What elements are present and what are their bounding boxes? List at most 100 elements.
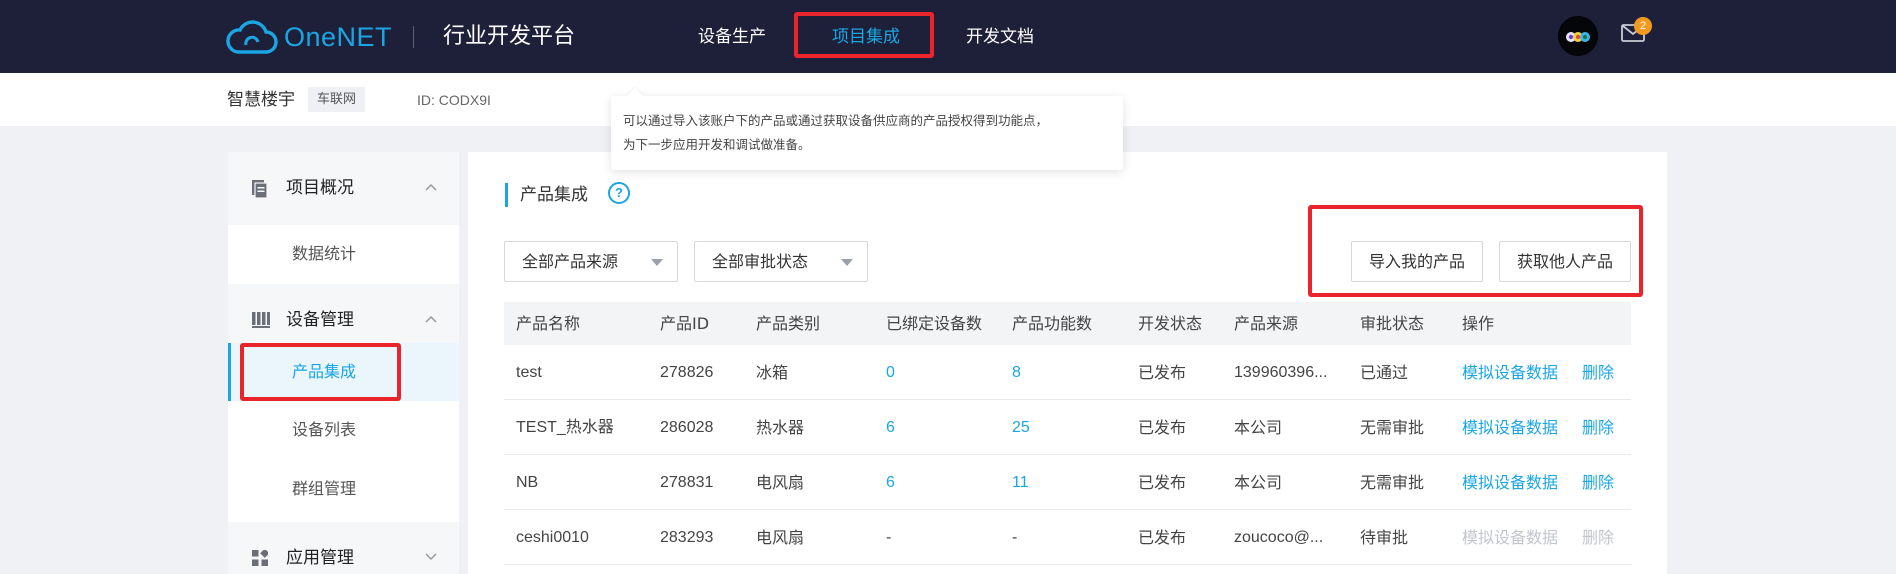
sidebar-item-device-list[interactable]: 设备列表 — [228, 401, 459, 459]
annotation-highlight-sidebar — [240, 343, 401, 401]
cell-dev-status: 已发布 — [1138, 363, 1187, 382]
chevron-down-icon — [425, 553, 437, 561]
column-header: 审批状态 — [1360, 314, 1425, 333]
cell-approval: 无需审批 — [1360, 418, 1425, 437]
column-header: 产品ID — [660, 314, 710, 333]
cell-source: zoucoco@... — [1234, 529, 1324, 546]
select-value: 全部产品来源 — [522, 252, 619, 271]
cell-category: 电风扇 — [756, 473, 805, 492]
nav-dev-docs[interactable]: 开发文档 — [966, 24, 1034, 50]
cell-bound-devices: - — [886, 529, 892, 546]
chevron-up-icon — [425, 315, 437, 323]
select-value: 全部审批状态 — [712, 252, 809, 271]
onenet-logo[interactable]: OneNET — [226, 18, 392, 56]
sidebar-item-label: 群组管理 — [292, 479, 357, 498]
sidebar-group-label: 设备管理 — [286, 310, 354, 330]
project-id: ID: CODX9I — [417, 92, 491, 108]
top-navbar: OneNET 行业开发平台 设备生产 项目集成 开发文档 2 — [0, 0, 1896, 73]
device-icon — [252, 312, 270, 328]
cell-product-name: NB — [516, 474, 539, 491]
column-header: 产品名称 — [516, 314, 581, 333]
simulate-data-link[interactable]: 模拟设备数据 — [1462, 362, 1558, 384]
simulate-data-link[interactable]: 模拟设备数据 — [1462, 417, 1558, 439]
cell-dev-status: 已发布 — [1138, 418, 1187, 437]
approval-status-select[interactable]: 全部审批状态 — [694, 241, 868, 282]
cell-product-name: test — [516, 364, 542, 381]
cell-bound-devices-link[interactable]: 0 — [886, 362, 895, 384]
cell-functions-link[interactable]: 25 — [1012, 417, 1030, 439]
platform-title: 行业开发平台 — [443, 24, 576, 49]
column-header: 已绑定设备数 — [886, 314, 983, 333]
sidebar-group-app-management[interactable]: 应用管理 — [228, 522, 459, 574]
column-header: 开发状态 — [1138, 314, 1203, 333]
delete-link[interactable]: 删除 — [1582, 472, 1614, 494]
cloud-logo-icon — [226, 20, 278, 54]
notification-badge: 2 — [1634, 17, 1652, 35]
cell-category: 电风扇 — [756, 528, 805, 547]
brand-name: OneNET — [284, 21, 393, 52]
cell-functions-link[interactable]: 8 — [1012, 362, 1021, 384]
help-icon[interactable]: ? — [608, 182, 630, 204]
nav-device-production[interactable]: 设备生产 — [698, 24, 766, 50]
cell-approval: 无需审批 — [1360, 473, 1425, 492]
cell-category: 热水器 — [756, 418, 805, 437]
cell-product-id: 286028 — [660, 419, 714, 436]
cell-source: 139960396... — [1234, 364, 1328, 381]
annotation-highlight-nav — [794, 12, 934, 58]
table-row: test 278826 冰箱 0 8 已发布 139960396... 已通过 … — [504, 345, 1631, 400]
cell-approval: 已通过 — [1360, 363, 1409, 382]
delete-link[interactable]: 删除 — [1582, 362, 1614, 384]
cell-product-id: 278826 — [660, 364, 714, 381]
section-title-bar — [505, 183, 508, 207]
table-row: TEST_热水器 286028 热水器 6 25 已发布 本公司 无需审批 模拟… — [504, 400, 1631, 455]
cell-source: 本公司 — [1234, 473, 1283, 492]
cell-product-id: 278831 — [660, 474, 714, 491]
sidebar-item-data-statistics[interactable]: 数据统计 — [228, 225, 459, 283]
sidebar-group-label: 应用管理 — [286, 548, 354, 568]
column-header: 产品功能数 — [1012, 314, 1093, 333]
product-source-select[interactable]: 全部产品来源 — [504, 241, 678, 282]
cell-product-name: TEST_热水器 — [516, 419, 614, 436]
annotation-highlight-buttons — [1308, 205, 1643, 297]
help-tooltip: 可以通过导入该账户下的产品或通过获取设备供应商的产品授权得到功能点， 为下一步应… — [611, 96, 1123, 170]
section-title: 产品集成 — [520, 185, 588, 205]
column-header: 操作 — [1462, 314, 1495, 333]
cell-approval: 待审批 — [1360, 528, 1409, 547]
caret-down-icon — [651, 259, 663, 266]
column-header: 产品来源 — [1234, 314, 1299, 333]
delete-link[interactable]: 删除 — [1582, 417, 1614, 439]
column-header: 产品类别 — [756, 314, 821, 333]
sidebar-group-label: 项目概况 — [286, 178, 354, 198]
table-header: 产品名称 产品ID 产品类别 已绑定设备数 产品功能数 开发状态 产品来源 审批… — [504, 302, 1631, 345]
avatar[interactable] — [1558, 16, 1598, 56]
header-divider — [413, 26, 414, 48]
cell-dev-status: 已发布 — [1138, 528, 1187, 547]
cell-source: 本公司 — [1234, 418, 1283, 437]
table-row: NB 278831 电风扇 6 11 已发布 本公司 无需审批 模拟设备数据 删… — [504, 455, 1631, 510]
cell-bound-devices-link[interactable]: 6 — [886, 417, 895, 439]
cell-dev-status: 已发布 — [1138, 473, 1187, 492]
simulate-data-link[interactable]: 模拟设备数据 — [1462, 472, 1558, 494]
sidebar-item-label: 数据统计 — [292, 244, 357, 263]
caret-down-icon — [841, 259, 853, 266]
simulate-data-link-disabled: 模拟设备数据 — [1462, 528, 1559, 547]
delete-link-disabled: 删除 — [1582, 528, 1615, 547]
apps-icon — [252, 550, 268, 566]
avatar-image-icon — [1558, 16, 1598, 56]
tooltip-line: 可以通过导入该账户下的产品或通过获取设备供应商的产品授权得到功能点， — [623, 113, 1049, 128]
cell-functions-link[interactable]: 11 — [1012, 472, 1029, 494]
cell-bound-devices-link[interactable]: 6 — [886, 472, 895, 494]
cell-product-id: 283293 — [660, 529, 714, 546]
cell-product-name: ceshi0010 — [516, 529, 589, 546]
table-row: ceshi0010 283293 电风扇 - - 已发布 zoucoco@...… — [504, 510, 1631, 565]
sidebar-item-label: 设备列表 — [292, 420, 357, 439]
project-tag: 车联网 — [308, 87, 366, 112]
sidebar-group-overview[interactable]: 项目概况 — [228, 152, 459, 225]
cell-category: 冰箱 — [756, 363, 789, 382]
chevron-up-icon — [425, 183, 437, 191]
sidebar-item-group-management[interactable]: 群组管理 — [228, 460, 459, 518]
document-icon — [252, 180, 268, 198]
cell-functions: - — [1012, 529, 1018, 546]
tooltip-line: 为下一步应用开发和调试做准备。 — [623, 137, 811, 152]
project-name: 智慧楼宇 — [227, 90, 295, 110]
